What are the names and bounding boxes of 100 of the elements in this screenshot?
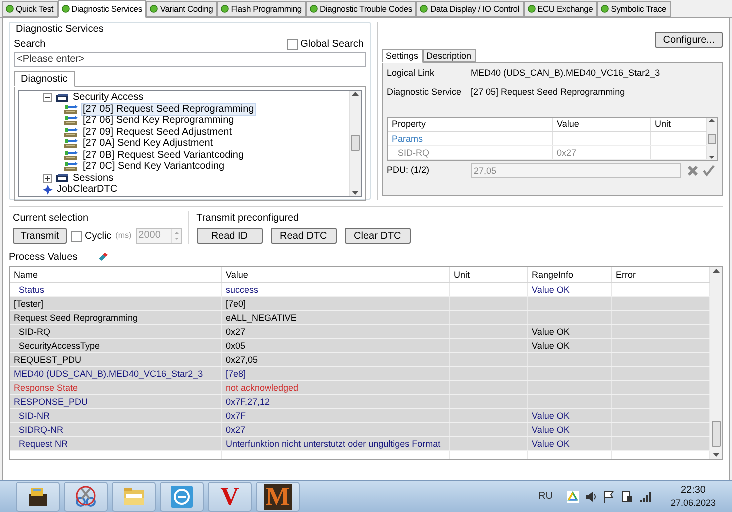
table-row[interactable]: Status success Value OK (10, 283, 710, 297)
scroll-down-icon (709, 156, 715, 159)
eraser-icon (98, 253, 108, 261)
table-cell: MED40 (UDS_CAN_B).MED40_VC16_Star2_3 (10, 367, 222, 380)
table-cell: 0x27,05 (222, 353, 450, 366)
table-cell: 0x7F,27,12 (222, 395, 450, 408)
table-cell: 0x05 (222, 339, 450, 352)
table-cell: [7e8] (222, 367, 450, 380)
taskbar-button[interactable] (16, 482, 60, 512)
table-cell: [7e0] (222, 297, 450, 310)
tab[interactable]: Settings (382, 49, 423, 63)
search-field[interactable]: <Please enter> (14, 52, 366, 67)
folder-icon (55, 173, 69, 184)
tree-item[interactable]: [27 0A] Send Key Adjustment (82, 138, 214, 150)
table-cell: RESPONSE_PDU (10, 395, 222, 408)
service-icon (63, 104, 79, 115)
drive-icon (566, 490, 579, 502)
tab[interactable]: Symbolic Trace (597, 1, 671, 17)
table-row[interactable]: RESPONSE_PDU 0x7F,27,12 (10, 395, 710, 409)
table-cell: SID-NR (10, 409, 222, 422)
table-row[interactable]: REQUEST_PDU 0x27,05 (10, 353, 710, 367)
transmit-button[interactable]: Transmit (13, 228, 67, 244)
field-value: MED40 (UDS_CAN_B).MED40_VC16_Star2_3 (471, 67, 660, 80)
tab[interactable]: Diagnostic Trouble Codes (306, 1, 416, 17)
grid-cell: SID-RQ (388, 146, 553, 159)
tab[interactable]: Data Display / IO Control (416, 1, 524, 17)
configure-button[interactable]: Configure... (655, 32, 723, 48)
action-button[interactable]: Clear DTC (344, 228, 411, 244)
tree-item[interactable]: [27 05] Request Seed Reprogramming (82, 104, 256, 115)
table-row[interactable]: SecurityAccessType 0x05 Value OK (10, 339, 710, 353)
table-row[interactable]: Request Seed Reprogramming eALL_NEGATIVE (10, 311, 710, 325)
scroll-thumb[interactable] (351, 135, 360, 152)
tab[interactable]: Quick Test (2, 1, 58, 17)
tab[interactable]: ECU Exchange (524, 1, 598, 17)
column-header[interactable]: Unit (450, 267, 528, 282)
action-button[interactable]: Read DTC (270, 228, 337, 244)
action-button[interactable]: Read ID (196, 228, 263, 244)
collapse-icon[interactable] (43, 93, 52, 102)
folder-icon (55, 92, 69, 103)
column-header[interactable]: Property (388, 118, 553, 132)
tab[interactable]: Variant Coding (146, 1, 218, 17)
checkbox-label: Cyclic (85, 230, 112, 244)
clock-date[interactable]: 27.06.2023 (670, 496, 716, 508)
checkbox[interactable] (71, 230, 82, 242)
column-header[interactable]: Value (553, 118, 651, 132)
table-row[interactable]: SIDRQ-NR 0x27 Value OK (10, 423, 710, 437)
scroll-up-icon (352, 92, 359, 96)
table-row[interactable]: [Tester] [7e0] (10, 297, 710, 311)
scroll-thumb[interactable] (712, 421, 720, 447)
taskbar-button[interactable]: V (208, 482, 252, 512)
scrollbar[interactable] (710, 267, 722, 459)
tree-item[interactable]: [27 0C] Send Key Variantcoding (82, 161, 226, 172)
table-cell: SecurityAccessType (10, 339, 222, 352)
table-cell: Value OK (528, 423, 612, 436)
tree-item[interactable]: Sessions (72, 172, 115, 184)
table-row[interactable]: Response State not acknowledged (10, 381, 710, 395)
scrollbar[interactable] (707, 118, 717, 160)
column-header[interactable]: Name (10, 267, 222, 282)
tree-item[interactable]: [27 09] Request Seed Adjustment (82, 126, 233, 138)
tab[interactable]: Description (422, 49, 476, 62)
tab[interactable]: Diagnostic Services (58, 0, 146, 18)
star-icon (43, 184, 53, 195)
status-dot-icon (310, 5, 318, 13)
language-indicator[interactable]: RU (538, 489, 553, 504)
table-row[interactable]: MED40 (UDS_CAN_B).MED40_VC16_Star2_3 [7e8] (10, 367, 710, 381)
scroll-down-icon (352, 190, 359, 194)
table-cell: Status (10, 283, 222, 296)
table-cell: 0x27 (222, 325, 450, 338)
column-header[interactable]: RangeInfo (528, 267, 612, 282)
expand-icon[interactable] (43, 174, 52, 183)
field-label: Logical Link (387, 67, 436, 80)
scroll-thumb[interactable] (708, 134, 716, 144)
tab[interactable]: Flash Programming (217, 1, 306, 17)
clock-time[interactable]: 22:30 (680, 484, 706, 496)
scrollbar[interactable] (349, 91, 361, 196)
tree-item[interactable]: [27 06] Send Key Reprogramming (82, 115, 236, 126)
column-header[interactable]: Value (222, 267, 450, 282)
table-row[interactable]: Request NR Unterfunktion nicht unterstutzt oder ungultiges Format Value OK (10, 437, 710, 451)
tree-item[interactable]: [27 0B] Request Seed Variantcoding (82, 150, 246, 161)
checkbox[interactable] (286, 38, 298, 50)
tree-item[interactable]: Security Access (72, 92, 145, 104)
tree-item[interactable]: JobClearDTC (56, 184, 119, 196)
scroll-up-icon (709, 119, 715, 122)
table-cell: Value OK (528, 325, 612, 338)
taskbar-button[interactable]: M (256, 482, 300, 512)
table-row[interactable]: SID-RQ 0x27 Value OK (10, 325, 710, 339)
service-icon (63, 126, 79, 138)
close-icon (687, 164, 699, 176)
unit-label: (ms) (116, 230, 132, 242)
signal-icon (638, 490, 651, 502)
tab[interactable]: Diagnostic (14, 71, 75, 87)
service-icon (63, 161, 79, 172)
pdu-label: PDU: (1/2) (387, 164, 431, 177)
table-cell: SID-RQ (10, 325, 222, 338)
table-cell: not acknowledged (222, 381, 450, 394)
table-cell: Value OK (528, 409, 612, 422)
service-icon (63, 138, 79, 150)
status-dot-icon (6, 5, 14, 13)
table-cell: success (222, 283, 450, 296)
table-row[interactable]: SID-NR 0x7F Value OK (10, 409, 710, 423)
